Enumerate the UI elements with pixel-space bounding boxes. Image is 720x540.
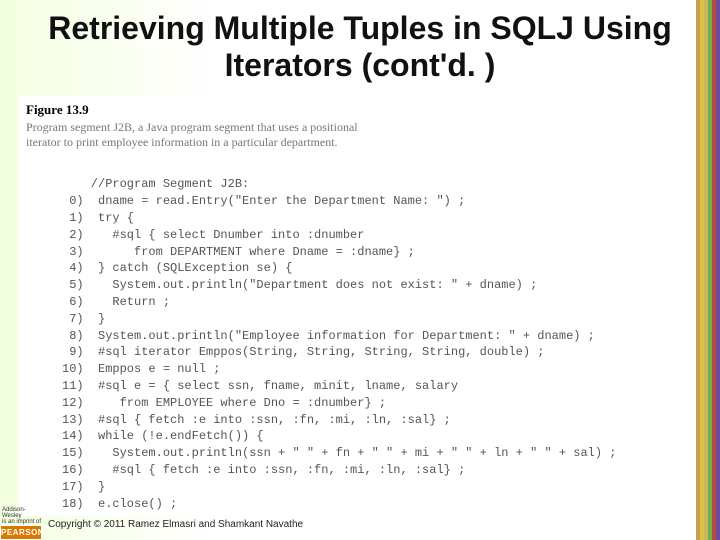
code-line: 1) try {: [62, 211, 134, 225]
code-line: 0) dname = read.Entry("Enter the Departm…: [62, 194, 465, 208]
publisher-logo: Addison-Wesley is an imprint of PEARSON: [0, 508, 42, 540]
code-line: 4) } catch (SQLException se) {: [62, 261, 292, 275]
code-line: 14) while (!e.endFetch()) {: [62, 429, 264, 443]
code-comment: //Program Segment J2B:: [62, 177, 249, 191]
figure-caption-line1: Program segment J2B, a Java program segm…: [26, 120, 358, 134]
code-line: 9) #sql iterator Emppos(String, String, …: [62, 345, 544, 359]
publisher-brand: PEARSON: [0, 525, 42, 540]
code-line: 6) Return ;: [62, 295, 170, 309]
code-line: 2) #sql { select Dnumber into :dnumber: [62, 228, 364, 242]
slide: Retrieving Multiple Tuples in SQLJ Using…: [0, 0, 720, 540]
code-line: 8) System.out.println("Employee informat…: [62, 329, 595, 343]
figure-caption: Program segment J2B, a Java program segm…: [26, 120, 652, 150]
code-line: 17) }: [62, 480, 105, 494]
copyright-text: Copyright © 2011 Ramez Elmasri and Shamk…: [48, 519, 303, 530]
publisher-line1: Addison-Wesley: [2, 507, 26, 519]
figure-block: Figure 13.9 Program segment J2B, a Java …: [18, 96, 660, 517]
footer: Addison-Wesley is an imprint of PEARSON …: [0, 508, 720, 540]
publisher-small-text: Addison-Wesley is an imprint of: [0, 507, 42, 525]
figure-caption-line2: iterator to print employee information i…: [26, 135, 338, 149]
code-line: 7) }: [62, 312, 105, 326]
code-line: 13) #sql { fetch :e into :ssn, :fn, :mi,…: [62, 413, 451, 427]
decorative-bars: [696, 0, 720, 540]
code-line: 12) from EMPLOYEE where Dno = :dnumber} …: [62, 396, 386, 410]
slide-title: Retrieving Multiple Tuples in SQLJ Using…: [0, 0, 720, 92]
code-line: 3) from DEPARTMENT where Dname = :dname}…: [62, 245, 415, 259]
code-line: 11) #sql e = { select ssn, fname, minit,…: [62, 379, 458, 393]
code-line: 10) Emppos e = null ;: [62, 362, 220, 376]
code-listing: //Program Segment J2B: 0) dname = read.E…: [26, 160, 652, 513]
figure-label: Figure 13.9: [26, 102, 652, 118]
code-line: 15) System.out.println(ssn + " " + fn + …: [62, 446, 617, 460]
code-line: 16) #sql { fetch :e into :ssn, :fn, :mi,…: [62, 463, 465, 477]
code-line: 5) System.out.println("Department does n…: [62, 278, 537, 292]
